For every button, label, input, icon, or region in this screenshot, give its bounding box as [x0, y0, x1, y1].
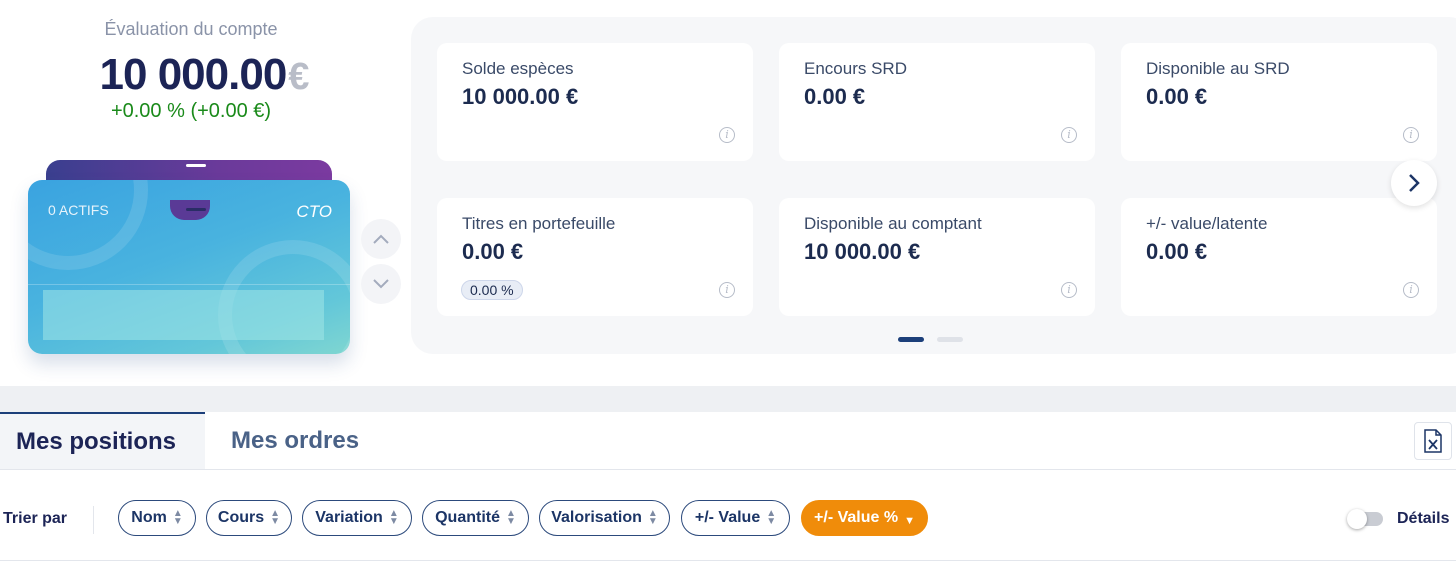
account-variation: +0.00 % (+0.00 €) — [110, 100, 272, 122]
wallet-handle-icon — [186, 164, 206, 167]
percent-badge: 0.00 % — [461, 280, 523, 300]
info-icon[interactable]: i — [1061, 282, 1077, 298]
account-evaluation-label: Évaluation du compte — [104, 19, 278, 39]
sort-chip-plus-minus-value[interactable]: +/- Value ▲ ▼ — [681, 500, 790, 536]
account-evaluation-value: 10 000.00€ — [0, 50, 408, 100]
details-label: Détails — [1397, 510, 1450, 527]
info-icon[interactable]: i — [719, 127, 735, 143]
card-label: Disponible au SRD — [1146, 59, 1290, 78]
card-disponible-srd: Disponible au SRD 0.00 € i — [1121, 43, 1437, 161]
sort-bar: Trier par Nom ▲ ▼ Cours ▲ ▼ Variation ▲ ▼ Q… — [0, 470, 1456, 562]
sort-chip-label: Variation — [315, 509, 383, 526]
tab-bar: Mes positions Mes ordres — [0, 412, 1456, 470]
wallet-divider — [28, 284, 350, 285]
toggle-knob — [1347, 509, 1367, 529]
sort-chip-variation[interactable]: Variation ▲ ▼ — [302, 500, 412, 536]
export-excel-button[interactable] — [1414, 422, 1452, 460]
wallet-decor-circle — [28, 180, 148, 270]
account-value-amount: 10 000.00 — [99, 50, 288, 99]
card-label: Titres en portefeuille — [462, 214, 616, 233]
info-icon[interactable]: i — [1403, 282, 1419, 298]
sort-icon: ▲ ▼ — [388, 508, 399, 527]
sort-chip-label: Cours — [217, 509, 265, 526]
info-icon[interactable]: i — [1061, 127, 1077, 143]
sort-chip-quantite[interactable]: Quantité ▲ ▼ — [422, 500, 529, 536]
card-label: Encours SRD — [804, 59, 907, 78]
next-account-button[interactable] — [361, 264, 401, 304]
sort-chip-nom[interactable]: Nom ▲ ▼ — [118, 500, 196, 536]
carousel-dot-active[interactable] — [898, 337, 924, 342]
sort-icon: ▲ ▼ — [270, 508, 281, 527]
section-divider-band — [0, 386, 1456, 412]
sort-chip-label: Valorisation — [551, 509, 642, 526]
card-label: +/- value/latente — [1146, 214, 1268, 233]
card-solde-especes: Solde espèces 10 000.00 € i — [437, 43, 753, 161]
sort-chip-label: +/- Value % — [814, 509, 899, 526]
card-titres-portefeuille: Titres en portefeuille 0.00 € 0.00 % i — [437, 198, 753, 316]
card-encours-srd: Encours SRD 0.00 € i — [779, 43, 1095, 161]
sort-icon: ▲ ▼ — [172, 508, 183, 527]
sort-chip-label: Quantité — [435, 509, 500, 526]
wallet-slot — [43, 290, 324, 340]
details-toggle[interactable] — [1347, 509, 1383, 529]
card-value: 0.00 € — [804, 84, 866, 109]
sort-desc-icon: ▼ — [904, 515, 915, 527]
card-value-latente: +/- value/latente 0.00 € i — [1121, 198, 1437, 316]
previous-account-button[interactable] — [361, 219, 401, 259]
wallet-account-type: CTO — [296, 202, 332, 221]
chevron-down-icon — [373, 279, 389, 289]
carousel-next-button[interactable] — [1391, 160, 1437, 206]
card-value: 0.00 € — [1146, 239, 1208, 264]
card-disponible-comptant: Disponible au comptant 10 000.00 € i — [779, 198, 1095, 316]
wallet-front-layer: 0 ACTIFS CTO — [28, 180, 350, 354]
sort-icon: ▲ ▼ — [766, 508, 777, 527]
chevron-right-icon — [1409, 174, 1420, 192]
card-value: 10 000.00 € — [804, 239, 921, 264]
sort-chip-valorisation[interactable]: Valorisation ▲ ▼ — [539, 500, 670, 536]
sort-chip-cours[interactable]: Cours ▲ ▼ — [206, 500, 292, 536]
card-label: Solde espèces — [462, 59, 574, 78]
carousel-dot[interactable] — [937, 337, 963, 342]
excel-export-icon — [1424, 429, 1442, 453]
tab-mes-ordres[interactable]: Mes ordres — [215, 412, 375, 469]
card-value: 10 000.00 € — [462, 84, 579, 109]
account-stats-panel: Solde espèces 10 000.00 € i Encours SRD … — [411, 17, 1456, 354]
sort-icon: ▲ ▼ — [505, 508, 516, 527]
sort-separator — [93, 506, 94, 534]
account-value-currency: € — [288, 56, 309, 98]
sort-icon: ▲ ▼ — [647, 508, 658, 527]
card-label: Disponible au comptant — [804, 214, 982, 233]
sort-by-label: Trier par — [3, 510, 68, 527]
chevron-up-icon — [373, 234, 389, 244]
sort-chip-plus-minus-value-percent[interactable]: +/- Value % ▼ — [801, 500, 928, 536]
card-value: 0.00 € — [1146, 84, 1208, 109]
info-icon[interactable]: i — [1403, 127, 1419, 143]
sort-chip-label: +/- Value — [694, 509, 761, 526]
wallet-notch-line — [186, 208, 206, 211]
info-icon[interactable]: i — [719, 282, 735, 298]
card-value: 0.00 € — [462, 239, 524, 264]
sort-bar-bottom-border — [0, 560, 1456, 561]
page: Évaluation du compte 10 000.00€ +0.00 % … — [0, 0, 1456, 566]
sort-chip-label: Nom — [131, 509, 167, 526]
account-wallet-card[interactable]: 0 ACTIFS CTO — [28, 158, 350, 358]
wallet-assets-count: 0 ACTIFS — [48, 202, 109, 218]
tab-mes-positions[interactable]: Mes positions — [0, 412, 205, 469]
